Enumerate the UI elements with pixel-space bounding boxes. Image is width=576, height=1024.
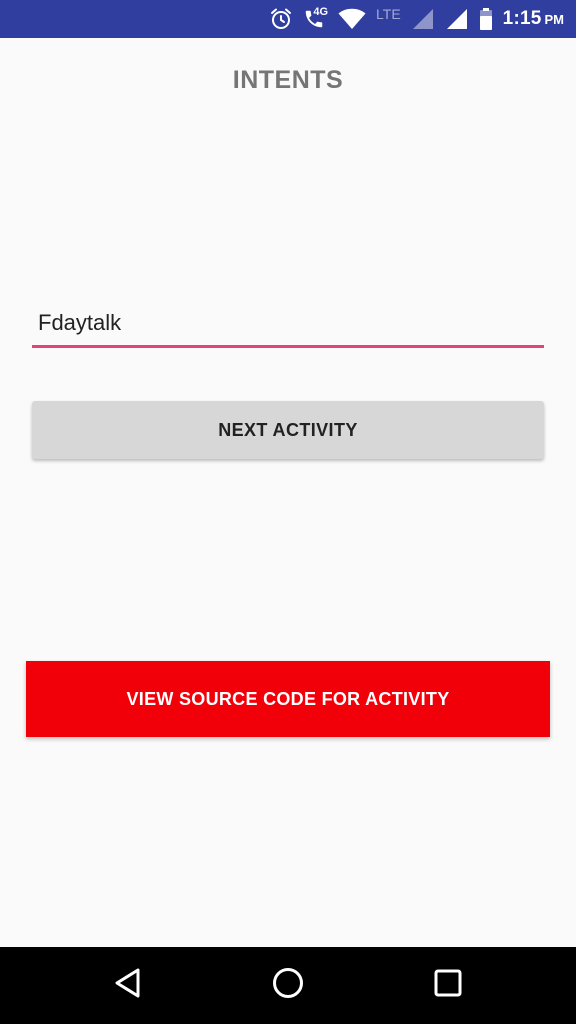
- next-activity-button[interactable]: NEXT ACTIVITY: [32, 401, 544, 459]
- back-button[interactable]: [93, 947, 163, 1024]
- clock-time: 1:15: [502, 8, 542, 29]
- clock: 1:15 PM: [503, 8, 564, 30]
- status-icons: 4G LTE 1:15 PM: [269, 0, 564, 38]
- home-icon: [271, 966, 305, 1005]
- home-button[interactable]: [253, 947, 323, 1024]
- page-title: INTENTS: [232, 66, 344, 94]
- clock-ampm: PM: [544, 12, 565, 27]
- name-input[interactable]: [32, 306, 544, 348]
- battery-icon: [479, 7, 493, 31]
- signal-icon: [445, 7, 469, 31]
- status-bar: 4G LTE 1:15 PM: [0, 0, 576, 38]
- wifi-icon: [338, 8, 366, 30]
- call-4g-icon: 4G: [303, 6, 329, 30]
- view-source-code-button[interactable]: VIEW SOURCE CODE FOR ACTIVITY: [26, 661, 550, 737]
- signal-icon: [411, 7, 435, 31]
- recents-button[interactable]: [413, 947, 483, 1024]
- alarm-icon: [269, 7, 293, 31]
- lte-label: LTE: [376, 6, 401, 22]
- navigation-bar: [0, 947, 576, 1024]
- network-type-label: 4G: [313, 6, 329, 18]
- recents-icon: [433, 968, 463, 1003]
- back-icon: [113, 967, 143, 1004]
